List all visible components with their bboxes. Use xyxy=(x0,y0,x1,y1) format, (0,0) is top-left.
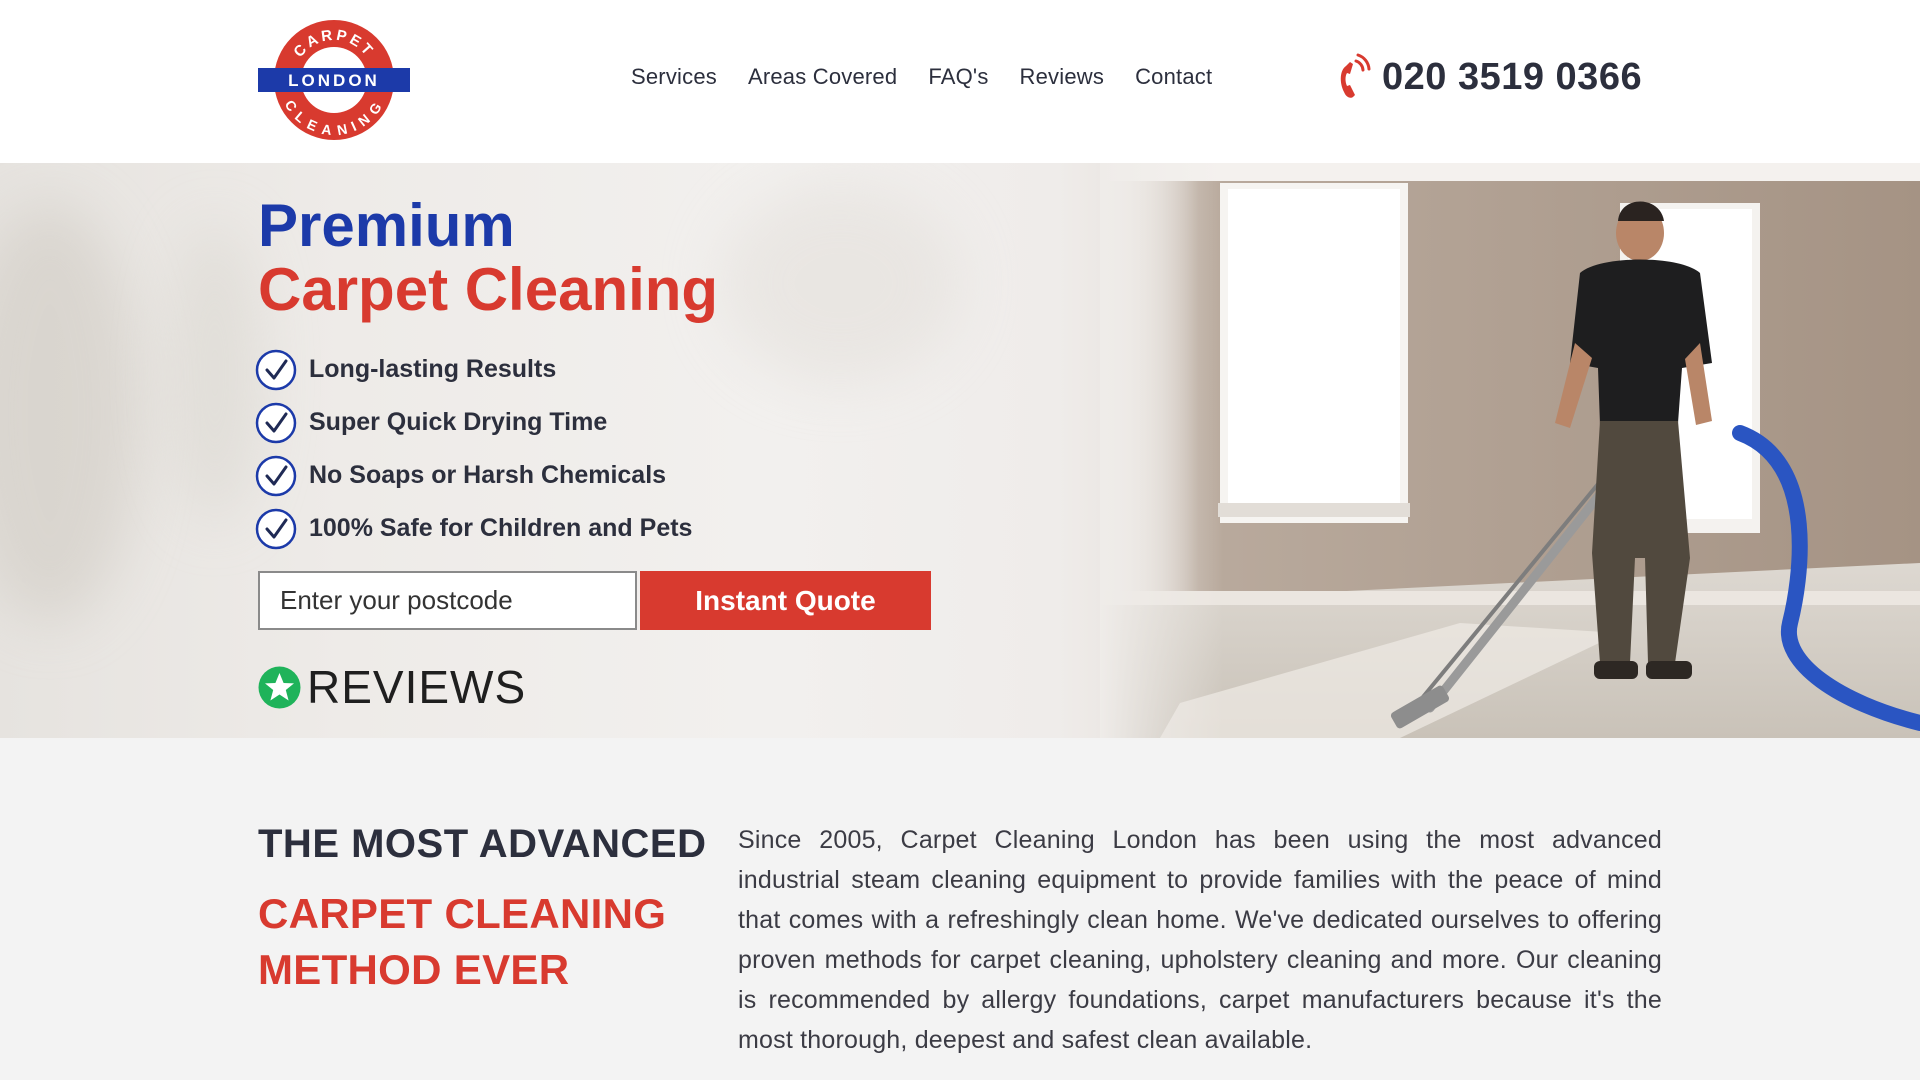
feature-item: Super Quick Drying Time xyxy=(255,396,692,449)
background-blur xyxy=(720,183,960,383)
check-circle-icon xyxy=(255,455,297,496)
feature-item: Long-lasting Results xyxy=(255,343,692,396)
nav-faqs[interactable]: FAQ's xyxy=(928,64,988,90)
about-heading-small: THE MOST ADVANCED xyxy=(258,822,707,866)
feature-item: 100% Safe for Children and Pets xyxy=(255,502,692,555)
check-circle-icon xyxy=(255,508,297,549)
hero-banner: Premium Carpet Cleaning Long-lasting Res… xyxy=(0,163,1920,738)
nav-contact[interactable]: Contact xyxy=(1135,64,1212,90)
hero-headline-premium: Premium xyxy=(258,192,515,259)
hero-headline-carpet-cleaning: Carpet Cleaning xyxy=(258,256,719,323)
carpet-cleaning-london-logo[interactable]: CARPET CLEANING LONDON xyxy=(258,18,410,142)
green-star-icon xyxy=(258,666,301,708)
nav-reviews[interactable]: Reviews xyxy=(1020,64,1105,90)
phone-ringing-icon xyxy=(1340,53,1371,98)
background-blur xyxy=(0,203,140,623)
nav-areas-covered[interactable]: Areas Covered xyxy=(748,64,897,90)
feature-label: No Soaps or Harsh Chemicals xyxy=(309,461,667,489)
feature-item: No Soaps or Harsh Chemicals xyxy=(255,449,692,502)
feature-label: Super Quick Drying Time xyxy=(309,408,608,436)
about-heading-big: CARPET CLEANING METHOD EVER xyxy=(258,890,667,993)
postcode-input[interactable] xyxy=(258,571,637,630)
feature-list: Long-lasting Results Super Quick Drying … xyxy=(255,343,692,555)
check-circle-icon xyxy=(255,402,297,443)
instant-quote-button[interactable]: Instant Quote xyxy=(640,571,931,630)
nav-services[interactable]: Services xyxy=(631,64,717,90)
reviews-label: REVIEWS xyxy=(307,661,527,713)
hero-photo-carpet-cleaner xyxy=(1100,163,1920,738)
background-blur xyxy=(170,223,260,523)
site-header: CARPET CLEANING LONDON Services Areas Co… xyxy=(0,0,1920,163)
logo-middle-text: LONDON xyxy=(288,71,380,90)
about-paragraph: Since 2005, Carpet Cleaning London has b… xyxy=(738,826,1662,1054)
feature-label: 100% Safe for Children and Pets xyxy=(309,514,693,542)
check-circle-icon xyxy=(255,349,297,390)
phone-link[interactable]: 020 3519 0366 xyxy=(1336,52,1642,102)
reviews-badge[interactable]: REVIEWS xyxy=(258,660,526,714)
phone-number: 020 3519 0366 xyxy=(1382,55,1643,98)
main-nav: Services Areas Covered FAQ's Reviews Con… xyxy=(631,64,1212,90)
feature-label: Long-lasting Results xyxy=(309,355,557,383)
logo-emblem: CARPET CLEANING LONDON xyxy=(258,20,410,140)
